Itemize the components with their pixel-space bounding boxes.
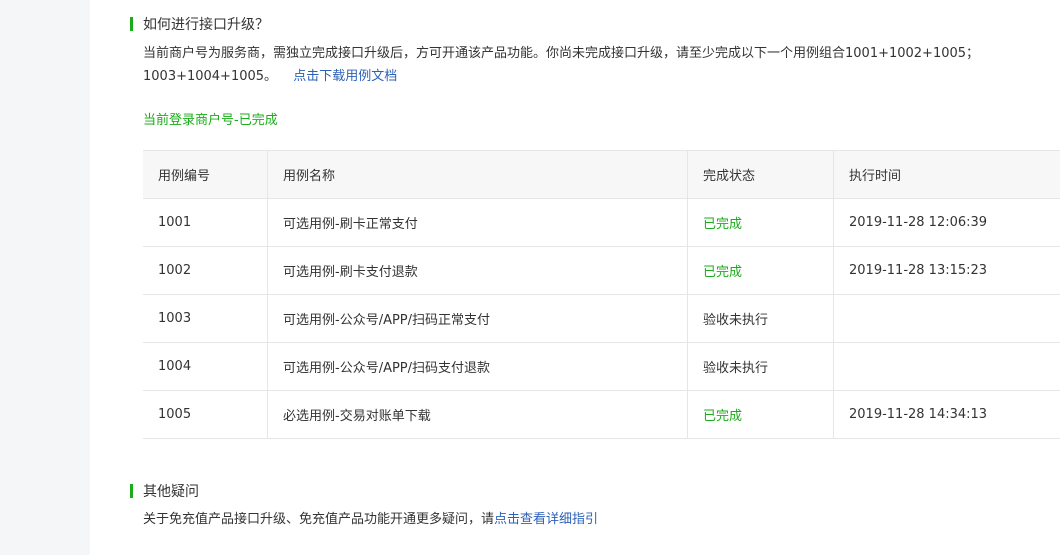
case-id: 1001: [143, 198, 268, 247]
other-description: 关于免充值产品接口升级、免充值产品功能开通更多疑问，请点击查看详细指引: [143, 508, 1048, 531]
case-status: 已完成: [687, 198, 834, 247]
table-row: 1002 可选用例-刷卡支付退款 已完成 2019-11-28 13:15:23: [143, 246, 1060, 295]
case-name: 可选用例-刷卡正常支付: [267, 198, 688, 247]
content-panel: 如何进行接口升级？ 当前商户号为服务商，需独立完成接口升级后，方可开通该产品功能…: [90, 0, 1060, 555]
case-time: [833, 342, 1060, 391]
other-description-text: 关于免充值产品接口升级、免充值产品功能开通更多疑问，请: [143, 512, 495, 527]
case-name: 必选用例-交易对账单下载: [267, 390, 688, 439]
case-id: 1003: [143, 294, 268, 343]
download-doc-link[interactable]: 点击下载用例文档: [293, 69, 397, 84]
table-row: 1005 必选用例-交易对账单下载 已完成 2019-11-28 14:34:1…: [143, 390, 1060, 439]
table-row: 1004 可选用例-公众号/APP/扫码支付退款 验收未执行: [143, 342, 1060, 391]
case-status: 已完成: [687, 246, 834, 295]
header-status: 完成状态: [687, 150, 834, 199]
case-id: 1005: [143, 390, 268, 439]
case-name: 可选用例-公众号/APP/扫码正常支付: [267, 294, 688, 343]
case-id: 1004: [143, 342, 268, 391]
upgrade-description-text: 当前商户号为服务商，需独立完成接口升级后，方可开通该产品功能。你尚未完成接口升级…: [143, 46, 980, 84]
case-id: 1002: [143, 246, 268, 295]
upgrade-description: 当前商户号为服务商，需独立完成接口升级后，方可开通该产品功能。你尚未完成接口升级…: [143, 42, 1048, 88]
login-merchant-status: 当前登录商户号-已完成: [143, 113, 278, 128]
header-exec-time: 执行时间: [833, 150, 1060, 199]
section-other-title: 其他疑问: [143, 484, 199, 500]
case-time: 2019-11-28 12:06:39: [833, 198, 1060, 247]
table-row: 1003 可选用例-公众号/APP/扫码正常支付 验收未执行: [143, 294, 1060, 343]
section-marker: [130, 17, 133, 31]
case-status: 已完成: [687, 390, 834, 439]
case-status: 验收未执行: [687, 342, 834, 391]
section-other-heading: 其他疑问: [130, 481, 199, 501]
table-row: 1001 可选用例-刷卡正常支付 已完成 2019-11-28 12:06:39: [143, 198, 1060, 247]
table-header-row: 用例编号 用例名称 完成状态 执行时间: [143, 150, 1060, 199]
section-upgrade-title: 如何进行接口升级？: [143, 17, 269, 33]
section-upgrade-heading: 如何进行接口升级？: [130, 14, 269, 34]
case-time: 2019-11-28 14:34:13: [833, 390, 1060, 439]
header-case-id: 用例编号: [143, 150, 268, 199]
case-status: 验收未执行: [687, 294, 834, 343]
case-time: 2019-11-28 13:15:23: [833, 246, 1060, 295]
section-marker: [130, 484, 133, 498]
case-name: 可选用例-公众号/APP/扫码支付退款: [267, 342, 688, 391]
view-guide-link[interactable]: 点击查看详细指引: [494, 512, 598, 527]
case-name: 可选用例-刷卡支付退款: [267, 246, 688, 295]
test-case-table: 用例编号 用例名称 完成状态 执行时间 1001 可选用例-刷卡正常支付 已完成…: [143, 150, 1060, 439]
case-time: [833, 294, 1060, 343]
header-case-name: 用例名称: [267, 150, 688, 199]
